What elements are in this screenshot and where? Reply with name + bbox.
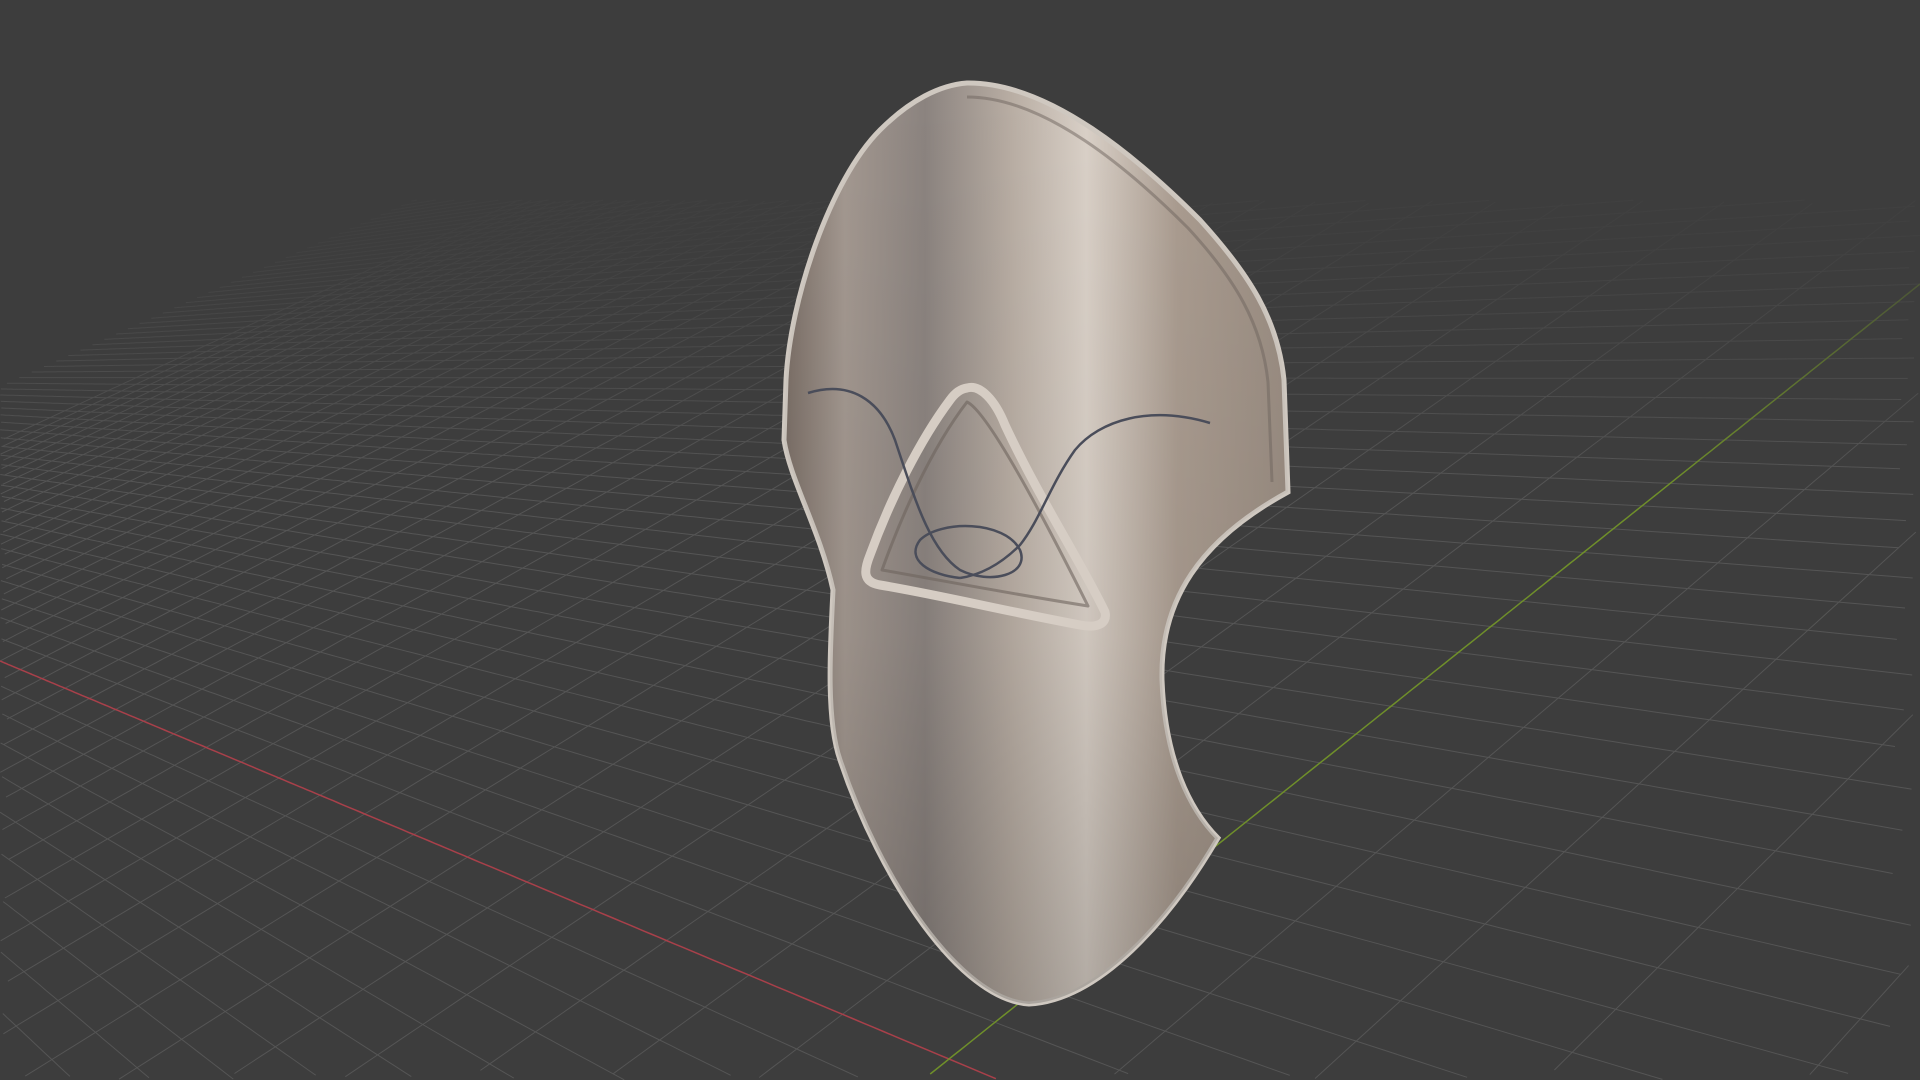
3d-viewport[interactable] <box>0 0 1920 1080</box>
viewport-canvas[interactable] <box>0 0 1920 1080</box>
